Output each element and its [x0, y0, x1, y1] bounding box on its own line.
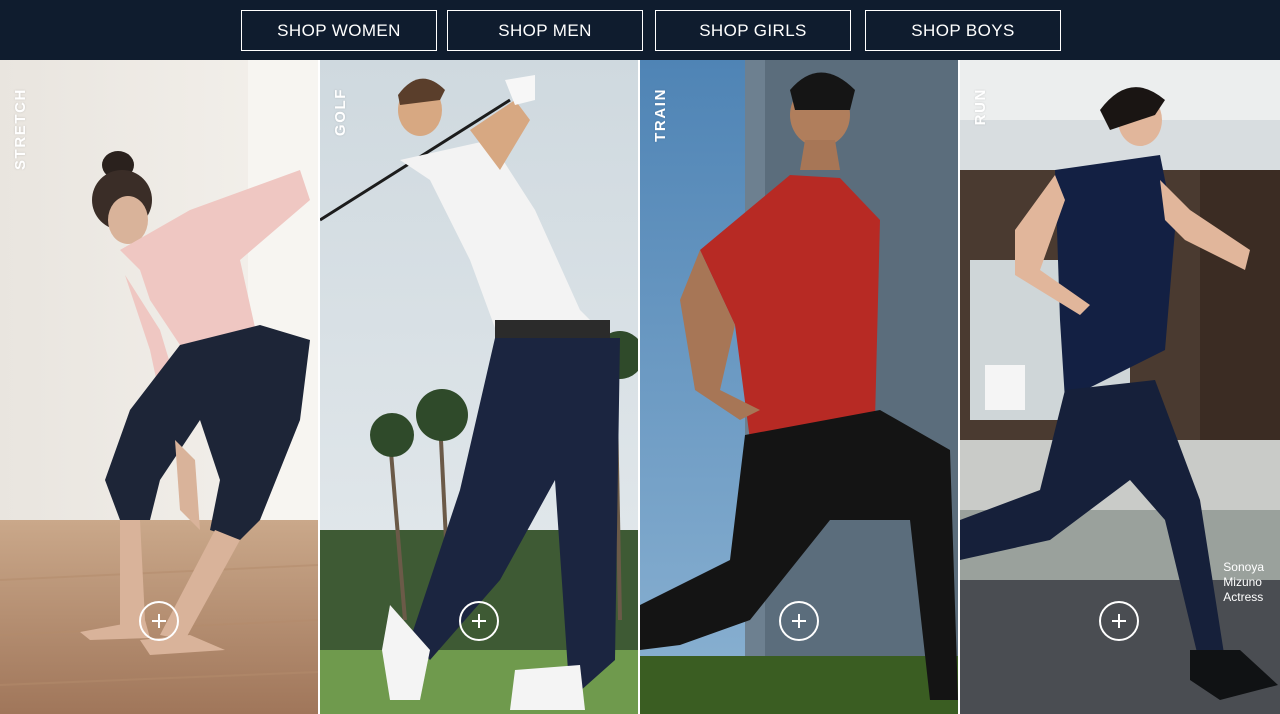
- panel-label-train: TRAIN: [652, 88, 669, 142]
- plus-circle-icon[interactable]: [1099, 601, 1139, 641]
- panel-stretch[interactable]: STRETCH: [0, 60, 318, 714]
- shop-men-button[interactable]: SHOP MEN: [447, 10, 643, 51]
- shop-girls-button[interactable]: SHOP GIRLS: [655, 10, 851, 51]
- panel-train[interactable]: TRAIN: [640, 60, 958, 714]
- category-nav-bar: SHOP WOMEN SHOP MEN SHOP GIRLS SHOP BOYS: [0, 0, 1280, 60]
- panel-label-run: RUN: [972, 88, 989, 126]
- panel-golf[interactable]: GOLF: [320, 60, 638, 714]
- panel-label-golf: GOLF: [332, 88, 349, 137]
- plus-circle-icon[interactable]: [139, 601, 179, 641]
- plus-circle-icon[interactable]: [459, 601, 499, 641]
- plus-circle-icon[interactable]: [779, 601, 819, 641]
- caption-name-last: Mizuno: [1223, 575, 1262, 589]
- panel-run[interactable]: RUN Sonoya Mizuno Actress: [960, 60, 1280, 714]
- shop-boys-button[interactable]: SHOP BOYS: [865, 10, 1061, 51]
- caption-role: Actress: [1223, 590, 1264, 604]
- model-caption: Sonoya Mizuno Actress: [1223, 560, 1264, 605]
- shop-women-button[interactable]: SHOP WOMEN: [241, 10, 437, 51]
- activity-panels: STRETCH GOLF TRAIN RUN Sonoya Mizuno Act…: [0, 60, 1280, 714]
- caption-name-first: Sonoya: [1223, 560, 1264, 574]
- panel-label-stretch: STRETCH: [12, 88, 29, 171]
